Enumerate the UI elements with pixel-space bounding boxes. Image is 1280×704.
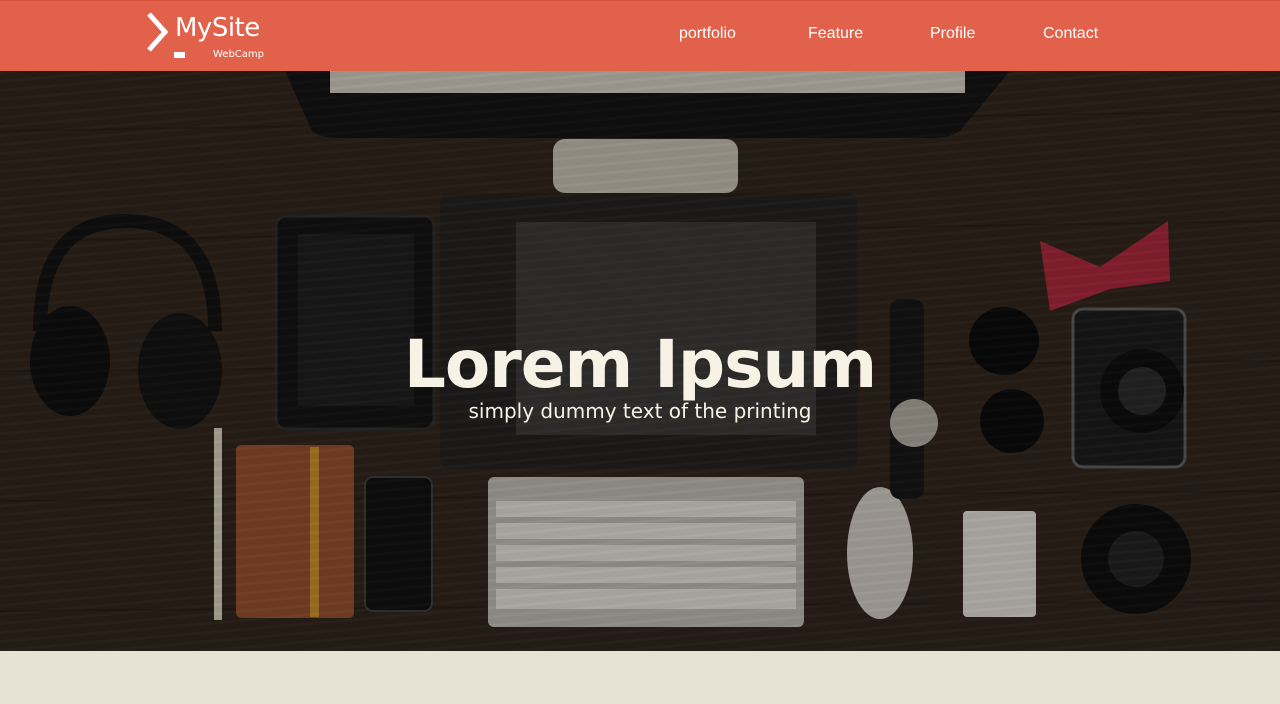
logo-name: MySite xyxy=(175,13,260,43)
nav-link-portfolio[interactable]: portfolio xyxy=(679,23,736,45)
content-area xyxy=(0,651,1280,704)
logo-subtitle: WebCamp xyxy=(213,49,265,60)
hero-title: Lorem Ipsum xyxy=(403,326,877,404)
nav-link-feature[interactable]: Feature xyxy=(808,23,863,45)
hero-subtitle: simply dummy text of the printing xyxy=(468,399,812,423)
site-logo[interactable]: MySite WebCamp xyxy=(145,11,270,63)
main-nav: portfolio Feature Profile Contact xyxy=(640,1,1280,69)
site-header: MySite WebCamp portfolio Feature Profile… xyxy=(0,0,1280,71)
hero-section: Lorem Ipsum simply dummy text of the pri… xyxy=(0,71,1280,651)
nav-link-contact[interactable]: Contact xyxy=(1043,23,1098,45)
nav-link-profile[interactable]: Profile xyxy=(930,23,975,45)
